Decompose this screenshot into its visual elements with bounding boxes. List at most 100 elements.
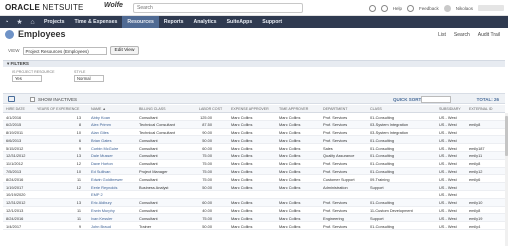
table-row[interactable]: 6/6/2013 6 Brian Gates Consultant 50.00 Marc … [3,136,505,145]
user-name[interactable]: Nikolaos [456,6,473,11]
table-row[interactable]: 1/4/2017 9 John Braud Trainer 50.00 Marc Coll… [3,222,505,230]
cell-billing-class: Consultant [139,137,158,143]
nav-item-support[interactable]: Support [257,16,287,28]
cell-subsidiary: US - West [439,176,457,182]
table-row[interactable]: 12/31/2012 13 Eric Aldbury Consultant 60.00 M… [3,198,505,207]
cell-name[interactable]: Ed Sullivan [91,169,110,174]
table-row[interactable]: 12/31/2012 13 Dale Musser Consultant 75.00 Ma… [3,151,505,160]
audit-trail-link[interactable]: Audit Trail [478,32,500,38]
table-row[interactable]: 7/5/2013 10 Ed Sullivan Project Manager 75.0… [3,167,505,176]
nav-item-time-expenses[interactable]: Time & Expenses [69,16,122,28]
table-row[interactable]: 4/1/2016 13 Abby Koan Consultant 125.00 Marc … [3,113,505,121]
table-row[interactable]: 1/19/2017 12 Eerie Reynolds Business Analys… [3,183,505,191]
feedback-link[interactable]: Feedback [419,6,439,11]
help-link[interactable]: Help [393,6,402,11]
view-select[interactable]: Project Resources (Employees) [22,46,107,55]
table-row[interactable]: 11/1/2012 12 Dave Horton Consultant 75.00 Mar… [3,160,505,168]
recent-icon[interactable]: ◔ [0,16,13,28]
cell-time-approver: Marc Collins [279,176,301,182]
filter-select[interactable]: Yes [12,75,42,82]
table-row[interactable]: 8/19/2011 10 Alan Giles Technical Consultan… [3,129,505,137]
cell-subsidiary: US - West [439,200,457,206]
filter-label: IS PROJECT RESOURCE [12,70,55,74]
list-link[interactable]: List [438,32,446,38]
cell-class: 01-Consulting [370,137,395,143]
column-header-expense-approver[interactable]: EXPENSE APPROVER [231,107,269,111]
cell-name[interactable]: Dave Horton [91,161,113,166]
nav-item-reports[interactable]: Reports [159,16,189,28]
column-header-subsidiary[interactable]: SUBSIDIARY [439,107,461,111]
cell-class: 01-Consulting [370,200,395,206]
column-header-billing-class[interactable]: BILLING CLASS [139,107,166,111]
column-header-class[interactable]: CLASS [370,107,382,111]
cell-name[interactable]: Alex Primm [91,122,111,127]
column-header-name[interactable]: NAME ▲ [91,107,106,111]
nav-item-analytics[interactable]: Analytics [189,16,222,28]
column-header-time-approver[interactable]: TIME APPROVER [279,107,308,111]
cell-name[interactable]: Alan Giles [91,130,109,135]
cell-department: Prof. Services [323,114,348,120]
cell-hire-date: 12/31/2012 [6,153,26,159]
table-row[interactable]: 12/1/2013 11 Erwin Murphy Consultant 40.00 Ma… [3,207,505,215]
cell-billing-class: Consultant [139,200,158,206]
help-icon[interactable] [380,4,388,12]
favorites-star-icon[interactable]: ★ [13,16,26,28]
column-header-external-id[interactable]: EXTERNAL ID [469,107,492,111]
cell-name[interactable]: Eerie Reynolds [91,185,117,190]
column-header-department[interactable]: DEPARTMENT [323,107,347,111]
cell-hire-date: 7/5/2013 [6,169,22,175]
role-selector[interactable] [478,5,504,11]
table-row[interactable]: 5/15/2012 9 Corbin McGuire Consultant 60.00 M… [3,144,505,152]
global-search-input[interactable] [133,3,303,13]
cell-external-id: emily4 [469,223,481,229]
nav-item-projects[interactable]: Projects [39,16,69,28]
company-brand: Wolfe [104,2,123,9]
quick-sort-select[interactable] [421,96,451,103]
feedback-icon[interactable] [406,4,414,12]
cell-name[interactable]: EMP 2 [91,192,103,197]
cell-name[interactable]: Dale Musser [91,153,113,158]
table-row[interactable]: 8/24/2016 11 Ivan Kessler Consultant 75.00 Ma… [3,214,505,223]
nav-item-suiteapps[interactable]: SuiteApps [222,16,258,28]
show-inactives-checkbox[interactable] [30,97,35,102]
top-bar: ORACLE NETSUITE Wolfe Help Feedback Niko… [0,0,508,16]
quick-sort-label: QUICK SORT [393,97,422,102]
netsuite-logo[interactable]: ORACLE NETSUITE [5,3,84,12]
cell-external-id: emily12 [469,169,483,175]
column-header-labor-cost[interactable]: LABOR COST [199,107,222,111]
column-header-years-experience[interactable]: YEARS OF EXPERIENCE [37,107,79,111]
column-header-hire-date[interactable]: HIRE DATE [6,107,25,111]
cell-name[interactable]: Edwin Goldbrewer [91,177,123,182]
cell-hire-date: 12/31/2012 [6,200,26,206]
cell-name[interactable]: Corbin McGuire [91,146,118,151]
logo-netsuite: NETSUITE [42,3,84,12]
cell-billing-class: Consultant [139,215,158,221]
table-row[interactable]: 8/24/2016 11 Edwin Goldbrewer Consultant 75.… [3,175,505,184]
user-avatar[interactable] [443,4,451,12]
cell-name[interactable]: Abby Koan [91,115,110,120]
print-icon[interactable] [8,96,15,102]
cell-name[interactable]: Ivan Kessler [91,216,112,221]
cell-name[interactable]: Brian Gates [91,138,112,143]
table-row[interactable]: 10/19/2020 EMP 2 US - West [3,191,505,199]
cell-name[interactable]: John Braud [91,224,111,229]
cell-billing-class: Technical Consultant [139,122,175,128]
cell-expense-approver: Marc Collins [231,114,253,120]
search-link[interactable]: Search [454,32,470,38]
cell-name[interactable]: Eric Aldbury [91,200,112,205]
cell-expense-approver: Marc Collins [231,122,253,128]
cell-class: 01-Consulting [370,223,395,229]
filters-header[interactable]: ▾ FILTERS [3,60,505,67]
cell-expense-approver: Marc Collins [231,169,253,175]
home-icon[interactable]: ⌂ [26,16,39,28]
edit-view-button[interactable]: Edit View [109,46,140,55]
cell-subsidiary: US - West [439,169,457,175]
cell-expense-approver: Marc Collins [231,176,253,182]
table-row[interactable]: 6/2/2015 8 Alex Primm Technical Consultant 8… [3,120,505,129]
cell-hire-date: 8/24/2016 [6,176,24,182]
cell-name[interactable]: Erwin Murphy [91,208,115,213]
recent-records-icon[interactable] [368,4,376,12]
nav-item-resources[interactable]: Resources [122,16,159,28]
filter-select[interactable]: Normal [74,75,104,82]
cell-time-approver: Marc Collins [279,130,301,136]
